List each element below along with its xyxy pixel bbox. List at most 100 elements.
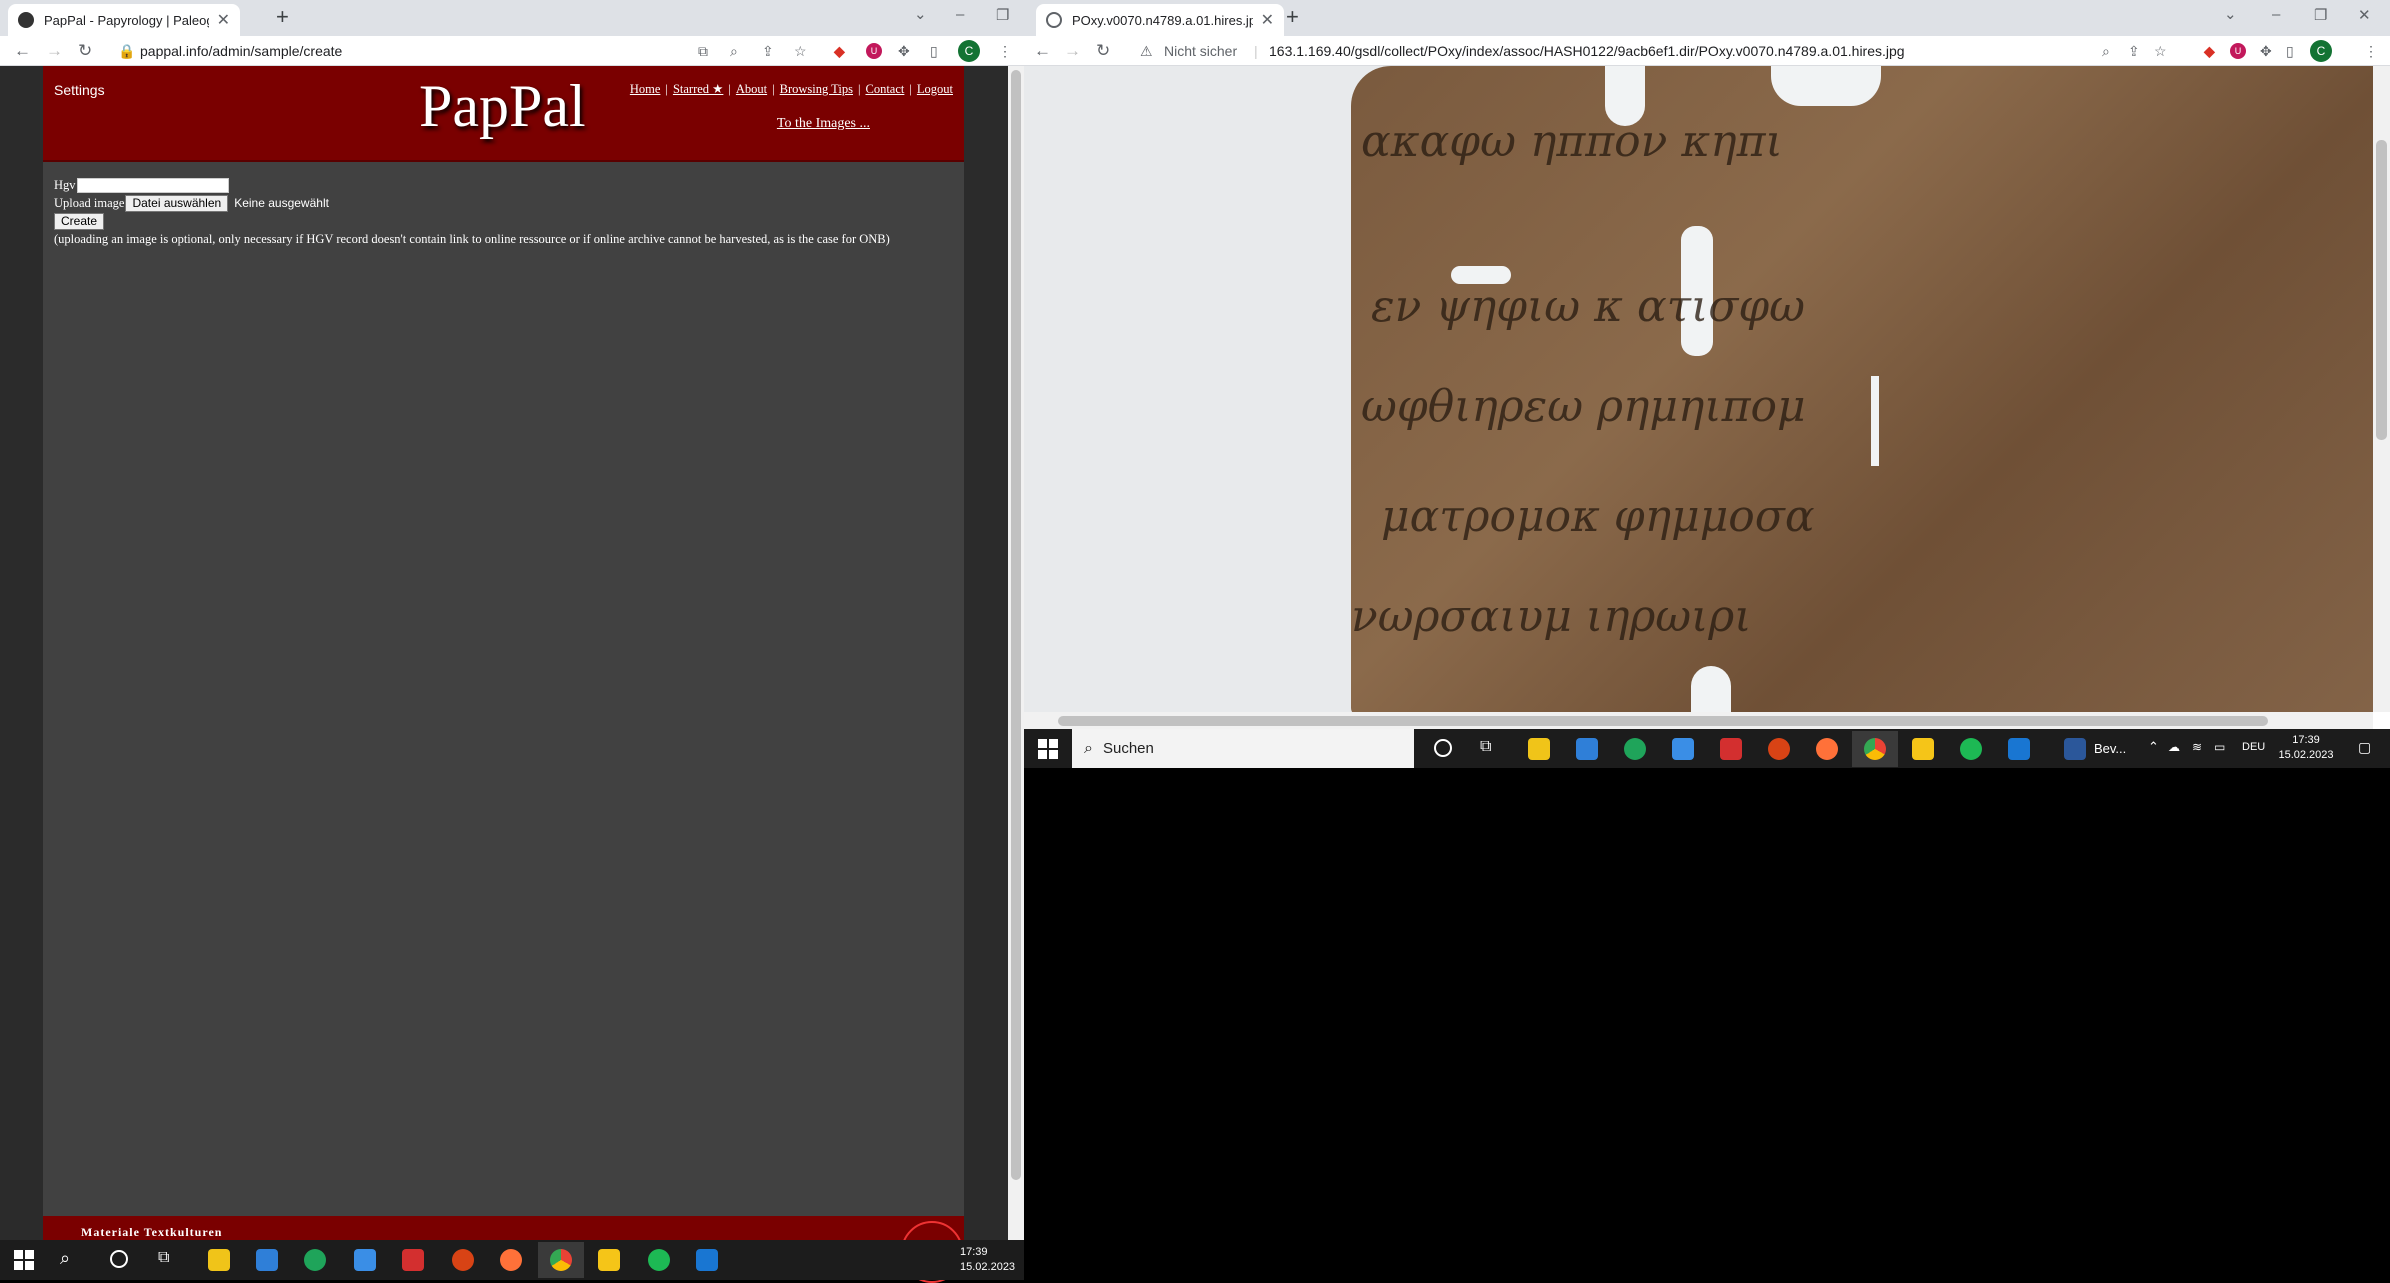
nav-home[interactable]: Home bbox=[630, 82, 661, 96]
minimize-icon[interactable]: – bbox=[2272, 6, 2280, 23]
left-address-bar[interactable]: pappal.info/admin/sample/create bbox=[140, 43, 342, 59]
firefox-icon[interactable] bbox=[1816, 738, 1838, 760]
spotify-icon[interactable] bbox=[648, 1249, 670, 1271]
search-icon[interactable]: ⌕ bbox=[60, 1248, 70, 1269]
restore-icon[interactable]: ❐ bbox=[2314, 6, 2327, 24]
new-tab-icon[interactable]: + bbox=[1286, 6, 1299, 28]
extension-pink-icon[interactable]: U bbox=[2230, 43, 2246, 59]
zoom-icon[interactable]: ⌕ bbox=[730, 44, 738, 58]
extension-red-icon[interactable]: ◆ bbox=[834, 44, 845, 58]
reload-icon[interactable]: ↻ bbox=[78, 42, 92, 59]
edge-icon[interactable] bbox=[304, 1249, 326, 1271]
nav-about[interactable]: About bbox=[736, 82, 767, 96]
left-clock-time[interactable]: 17:39 bbox=[960, 1245, 988, 1259]
forward-icon[interactable]: → bbox=[1064, 42, 1081, 59]
reload-icon[interactable]: ↻ bbox=[1096, 42, 1110, 59]
battery-icon[interactable]: ▭ bbox=[2214, 740, 2225, 754]
menu-kebab-icon[interactable]: ⋮ bbox=[998, 44, 1012, 58]
zoom-icon[interactable]: ⌕ bbox=[2102, 44, 2110, 58]
right-clock-time[interactable]: 17:39 bbox=[2278, 733, 2334, 747]
bookmark-star-icon[interactable]: ☆ bbox=[794, 44, 807, 58]
word-document-icon[interactable] bbox=[2064, 738, 2086, 760]
powerpoint-icon[interactable] bbox=[452, 1249, 474, 1271]
chrome-icon[interactable] bbox=[550, 1249, 572, 1271]
nav-browsing-tips[interactable]: Browsing Tips bbox=[780, 82, 853, 96]
forward-icon[interactable]: → bbox=[46, 42, 63, 59]
new-tab-icon[interactable]: + bbox=[276, 6, 289, 28]
right-clock-date[interactable]: 15.02.2023 bbox=[2278, 748, 2334, 762]
bookmark-star-icon[interactable]: ☆ bbox=[2154, 44, 2167, 58]
wifi-icon[interactable]: ≋ bbox=[2192, 740, 2202, 754]
menu-kebab-icon[interactable]: ⋮ bbox=[2364, 44, 2378, 58]
mail-icon[interactable] bbox=[354, 1249, 376, 1271]
store-icon[interactable] bbox=[1576, 738, 1598, 760]
hgv-input[interactable] bbox=[76, 177, 229, 193]
chrome-icon[interactable] bbox=[1864, 738, 1886, 760]
side-panel-icon[interactable]: ▯ bbox=[2286, 44, 2294, 58]
file-explorer-icon[interactable] bbox=[1528, 738, 1550, 760]
file-explorer-icon[interactable] bbox=[208, 1249, 230, 1271]
acrobat-icon[interactable] bbox=[1720, 738, 1742, 760]
back-icon[interactable]: ← bbox=[1034, 42, 1051, 59]
cortana-icon[interactable] bbox=[1434, 739, 1452, 757]
share-icon[interactable]: ⇪ bbox=[2128, 44, 2140, 58]
tray-chevron-icon[interactable]: ⌃ bbox=[2148, 739, 2159, 755]
restore-icon[interactable]: ❐ bbox=[996, 6, 1009, 24]
notes-icon[interactable] bbox=[598, 1249, 620, 1271]
pinned-app-label[interactable]: Bev... bbox=[2094, 741, 2126, 756]
pappal-logo[interactable]: PapPal bbox=[419, 72, 586, 141]
share-icon[interactable]: ⇪ bbox=[762, 44, 774, 58]
right-horizontal-scroll-thumb[interactable] bbox=[1058, 716, 2268, 726]
right-address-bar[interactable]: 163.1.169.40/gsdl/collect/POxy/index/ass… bbox=[1269, 43, 1905, 59]
translate-icon[interactable]: ⧉ bbox=[698, 44, 708, 58]
create-button[interactable]: Create bbox=[54, 212, 105, 230]
security-status[interactable]: Nicht sicher bbox=[1164, 43, 1237, 59]
extension-pink-icon[interactable]: U bbox=[866, 43, 882, 59]
extensions-puzzle-icon[interactable]: ✥ bbox=[898, 44, 910, 58]
left-clock-date[interactable]: 15.02.2023 bbox=[960, 1260, 1015, 1274]
minimize-icon[interactable]: – bbox=[956, 6, 964, 23]
windows-start-icon[interactable] bbox=[14, 1250, 34, 1270]
back-icon[interactable]: ← bbox=[14, 42, 31, 59]
warning-icon[interactable]: ⚠ bbox=[1140, 44, 1153, 58]
notes-icon[interactable] bbox=[1912, 738, 1934, 760]
powerpoint-icon[interactable] bbox=[1768, 738, 1790, 760]
extension-red-icon[interactable]: ◆ bbox=[2204, 44, 2215, 58]
right-tab-image[interactable]: POxy.v0070.n4789.a.01.hires.jpg ✕ bbox=[1036, 4, 1284, 36]
spotify-icon[interactable] bbox=[1960, 738, 1982, 760]
left-scroll-thumb[interactable] bbox=[1011, 70, 1021, 1180]
photos-icon[interactable] bbox=[696, 1249, 718, 1271]
left-tab-pappal[interactable]: PapPal - Papyrology | Paleograph ✕ bbox=[8, 4, 240, 36]
firefox-icon[interactable] bbox=[500, 1249, 522, 1271]
choose-file-button[interactable]: Datei auswählen bbox=[125, 194, 229, 212]
nav-logout[interactable]: Logout bbox=[917, 82, 953, 96]
right-profile-avatar[interactable]: C bbox=[2310, 40, 2332, 62]
language-indicator[interactable]: DEU bbox=[2242, 741, 2265, 753]
lock-icon[interactable]: 🔒 bbox=[118, 44, 135, 58]
close-tab-icon[interactable]: ✕ bbox=[217, 10, 230, 30]
extensions-puzzle-icon[interactable]: ✥ bbox=[2260, 44, 2272, 58]
tab-search-chevron-icon[interactable]: ⌄ bbox=[2224, 5, 2237, 23]
close-tab-icon[interactable]: ✕ bbox=[1261, 10, 1274, 30]
edge-icon[interactable] bbox=[1624, 738, 1646, 760]
taskbar-search-box[interactable]: ⌕ Suchen bbox=[1072, 729, 1414, 768]
tab-search-chevron-icon[interactable]: ⌄ bbox=[914, 5, 927, 23]
close-window-icon[interactable]: ✕ bbox=[2358, 6, 2371, 24]
task-view-icon[interactable]: ⧉ bbox=[1480, 738, 1491, 756]
cortana-icon[interactable] bbox=[110, 1250, 128, 1268]
nav-starred[interactable]: Starred ★ bbox=[673, 82, 723, 96]
left-profile-avatar[interactable]: C bbox=[958, 40, 980, 62]
task-view-icon[interactable]: ⧉ bbox=[158, 1249, 169, 1267]
windows-start-icon[interactable] bbox=[1038, 739, 1058, 759]
notification-icon[interactable]: ▢ bbox=[2358, 739, 2371, 756]
to-images-link[interactable]: To the Images ... bbox=[777, 116, 870, 132]
tray-app-icon[interactable]: ☁ bbox=[2168, 740, 2180, 754]
acrobat-icon[interactable] bbox=[402, 1249, 424, 1271]
side-panel-icon[interactable]: ▯ bbox=[930, 44, 938, 58]
nav-contact[interactable]: Contact bbox=[865, 82, 904, 96]
right-vertical-scroll-thumb[interactable] bbox=[2376, 140, 2387, 440]
mail-icon[interactable] bbox=[1672, 738, 1694, 760]
photos-icon[interactable] bbox=[2008, 738, 2030, 760]
papyrus-image-viewer[interactable]: ακαφω ηππον κηπι εν ψηφιω κ ατισφω ωφθιη… bbox=[1024, 66, 2373, 712]
store-icon[interactable] bbox=[256, 1249, 278, 1271]
